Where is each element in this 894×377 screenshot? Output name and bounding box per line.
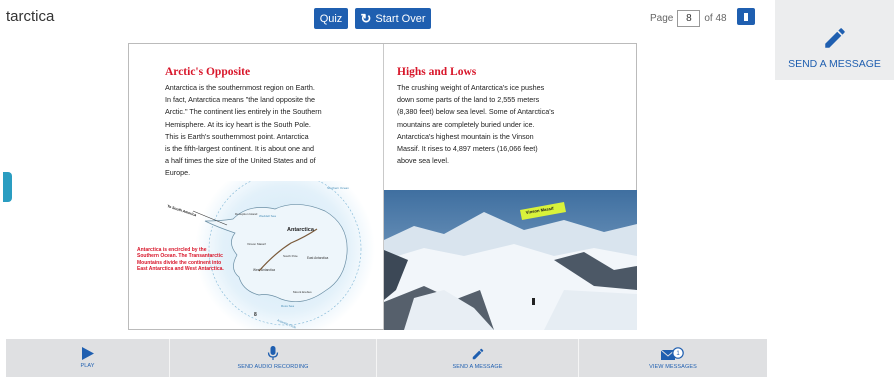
view-messages-label: VIEW MESSAGES bbox=[649, 363, 697, 370]
map-label-vinson: Vinson Massif bbox=[247, 242, 266, 246]
text-line: The crushing weight of Antarctica's ice … bbox=[397, 83, 545, 92]
vinson-massif-photo: Vinson Massif bbox=[384, 190, 637, 330]
send-message-label: SEND A MESSAGE bbox=[788, 58, 881, 70]
text-line: mountains are completely buried under ic… bbox=[397, 119, 535, 129]
map-label-southern-ocean: Southern Ocean bbox=[327, 186, 349, 190]
right-page: Highs and Lows The crushing weight of An… bbox=[384, 44, 638, 330]
left-body: Antarctica is the southernmost region on… bbox=[165, 82, 322, 180]
text-line: Antarctica is the southernmost region on… bbox=[165, 83, 315, 92]
start-over-button[interactable]: ↻ Start Over bbox=[355, 8, 431, 29]
play-icon bbox=[81, 347, 94, 360]
map-label-weddell-sea: Weddell Sea bbox=[259, 214, 276, 218]
page-view-icon bbox=[744, 12, 748, 21]
quiz-label: Quiz bbox=[319, 12, 343, 25]
map-label-continent: Antarctica bbox=[287, 227, 315, 233]
text-line: a half times the size of the United Stat… bbox=[165, 156, 316, 166]
text-line: down some parts of the land to 2,555 met… bbox=[397, 95, 540, 105]
book-reader: tarctica Quiz ↻ Start Over Page of 48 SE… bbox=[0, 0, 894, 377]
single-page-toggle-button[interactable] bbox=[737, 8, 755, 25]
start-over-label: Start Over bbox=[375, 12, 426, 25]
right-heading: Highs and Lows bbox=[397, 66, 477, 78]
quiz-button[interactable]: Quiz bbox=[314, 8, 348, 29]
microphone-icon bbox=[267, 346, 279, 360]
text-line: Antarctica's highest mountain is the Vin… bbox=[397, 131, 534, 141]
text-line: Arctic." The continent lies entirely in … bbox=[165, 107, 322, 117]
map-label-erebus: Mount Erebus bbox=[293, 290, 312, 294]
view-messages-button[interactable]: 1 VIEW MESSAGES bbox=[579, 339, 767, 377]
play-label: PLAY bbox=[80, 363, 95, 369]
text-line: Massif. It rises to 4,897 meters (16,066… bbox=[397, 144, 538, 154]
play-button[interactable]: PLAY bbox=[6, 339, 170, 377]
page-total: of 48 bbox=[704, 13, 727, 24]
page-number-label: 8 bbox=[254, 312, 257, 318]
map-label-south-pole: South Pole bbox=[283, 254, 298, 258]
map-label-west: West Antarctica bbox=[253, 268, 275, 272]
text-line: Europe. bbox=[165, 168, 191, 178]
left-page: Arctic's Opposite Antarctica is the sout… bbox=[129, 44, 383, 329]
pencil-icon bbox=[824, 28, 845, 48]
page-prefix: Page bbox=[650, 13, 674, 24]
restart-icon: ↻ bbox=[360, 10, 372, 26]
map-label-deception: Deception Island bbox=[235, 212, 258, 216]
send-audio-label: SEND AUDIO RECORDING bbox=[237, 364, 309, 370]
page-navigator: Page of 48 bbox=[650, 10, 727, 27]
send-audio-recording-button[interactable]: SEND AUDIO RECORDING bbox=[170, 339, 377, 377]
book-spread: Arctic's Opposite Antarctica is the sout… bbox=[128, 43, 637, 330]
envelope-icon: 1 bbox=[661, 346, 684, 360]
text-line: In fact, Antarctica means "the land oppo… bbox=[165, 95, 315, 105]
send-message-label: SEND A MESSAGE bbox=[452, 363, 503, 370]
pencil-icon bbox=[472, 348, 483, 359]
book-title: tarctica bbox=[6, 8, 55, 25]
sidebar-tab[interactable] bbox=[3, 172, 12, 202]
bottom-toolbar: PLAY SEND AUDIO RECORDING SEND A MESSAGE… bbox=[6, 339, 767, 377]
right-body: The crushing weight of Antarctica's ice … bbox=[397, 82, 554, 167]
text-line: is the fifth-largest continent. It is ab… bbox=[165, 144, 315, 154]
send-message-button[interactable]: SEND A MESSAGE bbox=[377, 339, 579, 377]
text-line: (8,380 feet) below sea level. Some of An… bbox=[397, 107, 555, 117]
map-label-ross-sea: Ross Sea bbox=[281, 304, 294, 308]
send-message-panel[interactable]: SEND A MESSAGE bbox=[775, 0, 894, 80]
map-label-east: East Antarctica bbox=[307, 256, 328, 260]
text-line: This is Earth's southernmost point. Anta… bbox=[165, 131, 309, 141]
text-line: Hemisphere. At its icy heart is the Sout… bbox=[165, 119, 311, 129]
map-caption: Antarctica is encircled by the Southern … bbox=[137, 247, 224, 273]
left-heading: Arctic's Opposite bbox=[165, 66, 251, 78]
text-line: above sea level. bbox=[397, 156, 449, 166]
page-number-input[interactable] bbox=[677, 10, 701, 27]
